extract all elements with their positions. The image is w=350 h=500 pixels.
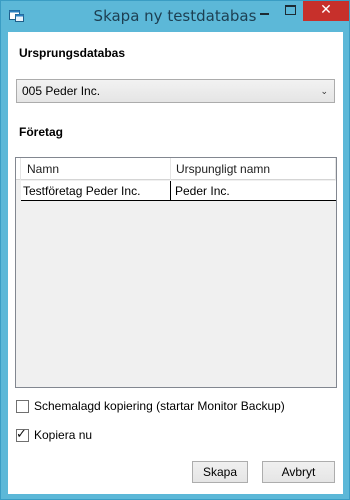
close-button[interactable]: ✕ — [303, 1, 349, 21]
source-database-label: Ursprungsdatabas — [19, 46, 126, 60]
table-row[interactable]: Testföretag Peder Inc. Peder Inc. — [21, 181, 336, 201]
source-database-value: 005 Peder Inc. — [22, 84, 101, 98]
cancel-button[interactable]: Avbryt — [262, 461, 335, 483]
chevron-down-icon: ⌄ — [320, 86, 328, 96]
cell-divider — [170, 181, 171, 200]
companies-table[interactable]: Namn Urspungligt namn Testföretag Peder … — [15, 157, 337, 388]
maximize-button[interactable] — [277, 1, 303, 21]
cell-original-name[interactable]: Peder Inc. — [173, 181, 333, 200]
table-header: Namn Urspungligt namn — [16, 158, 336, 180]
dialog-body: Ursprungsdatabas 005 Peder Inc. ⌄ Företa… — [8, 32, 343, 494]
cell-name[interactable]: Testföretag Peder Inc. — [21, 181, 170, 200]
column-header-name[interactable]: Namn — [22, 158, 171, 180]
copy-now-label[interactable]: Kopiera nu — [34, 428, 92, 442]
scheduled-copy-checkbox[interactable] — [16, 400, 29, 413]
close-icon: ✕ — [320, 2, 332, 18]
title-bar[interactable]: Skapa ny testdatabas ✕ — [1, 1, 349, 32]
companies-label: Företag — [19, 125, 64, 139]
row-header-spacer — [16, 158, 21, 180]
create-button[interactable]: Skapa — [192, 461, 248, 483]
scheduled-copy-label[interactable]: Schemalagd kopiering (startar Monitor Ba… — [34, 399, 285, 413]
column-header-original-name[interactable]: Urspungligt namn — [171, 158, 336, 180]
minimize-button[interactable] — [251, 1, 277, 21]
source-database-select[interactable]: 005 Peder Inc. ⌄ — [16, 79, 335, 103]
copy-now-checkbox[interactable]: ✓ — [16, 427, 29, 442]
checkmark-icon: ✓ — [16, 427, 27, 442]
dialog-window: Skapa ny testdatabas ✕ Ursprungsdatabas … — [0, 0, 350, 500]
